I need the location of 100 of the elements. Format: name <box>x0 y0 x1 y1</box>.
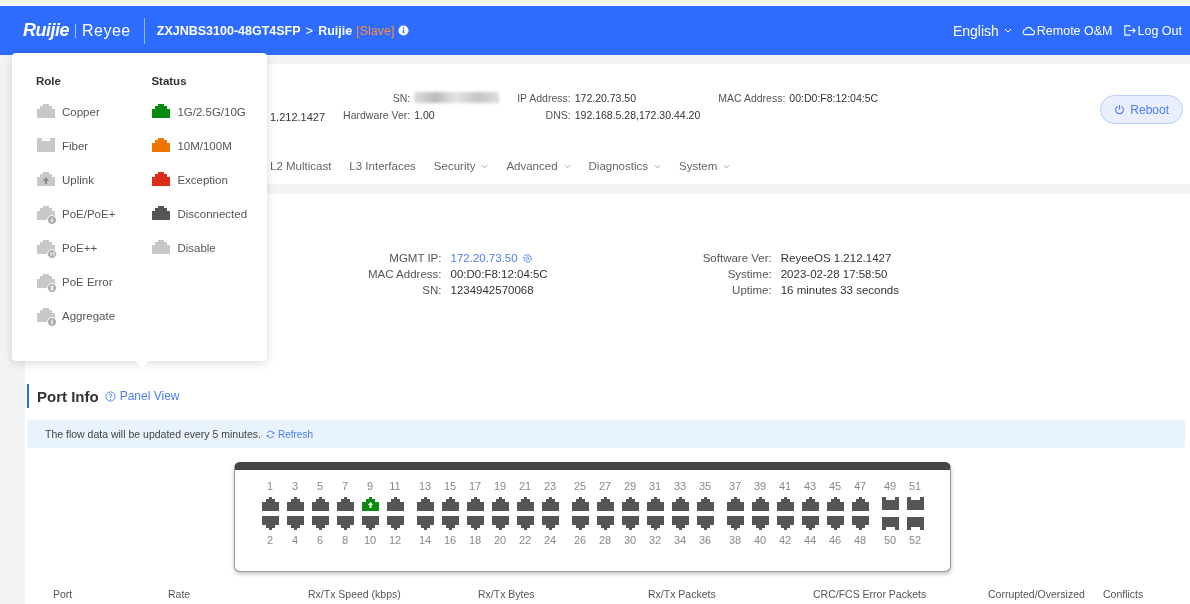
refresh-link[interactable]: Refresh <box>265 428 313 440</box>
nav-tab[interactable]: Security <box>433 160 489 172</box>
ethernet-port-icon[interactable] <box>645 515 665 531</box>
port-number: 22 <box>518 534 532 547</box>
ethernet-port-icon[interactable] <box>490 515 510 531</box>
ethernet-port-icon[interactable] <box>515 515 535 531</box>
aggregate-port-icon <box>36 305 58 327</box>
ethernet-port-icon[interactable] <box>335 496 355 512</box>
ethernet-port-icon[interactable] <box>360 515 380 531</box>
port-number: 35 <box>698 480 712 493</box>
info-label: Hardware Ver: <box>343 109 411 121</box>
ethernet-port-icon[interactable] <box>750 515 770 531</box>
ethernet-port-icon[interactable] <box>415 496 435 512</box>
info-label: Systime: <box>726 268 772 280</box>
ethernet-port-icon[interactable] <box>775 496 795 512</box>
ethernet-port-icon[interactable] <box>515 496 535 512</box>
ethernet-port-icon[interactable] <box>750 496 770 512</box>
port-number: 31 <box>648 480 662 493</box>
port-number: 8 <box>341 534 349 547</box>
port-number: 12 <box>388 534 402 547</box>
port-number: 39 <box>753 480 767 493</box>
ethernet-port-icon[interactable] <box>360 496 380 512</box>
port-number: 42 <box>778 534 792 547</box>
port-number: 28 <box>598 534 612 547</box>
port-number: 30 <box>623 534 637 547</box>
power-icon[interactable] <box>1114 104 1126 115</box>
info-value: ReyeeOS 1.212.1427 <box>780 252 893 264</box>
ethernet-port-icon[interactable] <box>800 496 820 512</box>
nav-tab[interactable]: Advanced <box>506 160 571 172</box>
ethernet-port-icon[interactable] <box>415 515 435 531</box>
port-number: 13 <box>418 480 432 493</box>
port-number: 36 <box>698 534 712 547</box>
ethernet-port-icon[interactable] <box>620 496 640 512</box>
panel-view-link[interactable]: Panel View <box>104 389 180 403</box>
fiber-port-icon[interactable] <box>880 496 900 512</box>
ethernet-port-icon[interactable] <box>725 496 745 512</box>
ethernet-port-icon[interactable] <box>260 515 280 531</box>
ethernet-port-icon[interactable] <box>465 515 485 531</box>
port-number: 2 <box>266 534 274 547</box>
ethernet-port-icon[interactable] <box>490 496 510 512</box>
ethernet-port-icon[interactable] <box>465 496 485 512</box>
ethernet-port-icon[interactable] <box>825 515 845 531</box>
ethernet-port-icon[interactable] <box>800 515 820 531</box>
nav-tab[interactable]: L3 Interfaces <box>349 160 416 172</box>
poe-port-icon <box>36 203 58 225</box>
fiber-port-icon[interactable] <box>905 496 925 512</box>
ethernet-port-icon[interactable] <box>850 515 870 531</box>
ethernet-port-icon[interactable] <box>620 515 640 531</box>
info-label: SN: <box>421 284 442 296</box>
ethernet-port-icon[interactable] <box>775 515 795 531</box>
ethernet-port-icon[interactable] <box>335 515 355 531</box>
ethernet-port-icon[interactable] <box>310 496 330 512</box>
logout-link[interactable]: Log Out <box>1122 23 1182 38</box>
language-dropdown[interactable]: English <box>952 22 1012 39</box>
reboot-button[interactable]: Reboot <box>1100 95 1183 124</box>
ip-link[interactable]: 172.20.73.50 <box>450 252 548 264</box>
nav-tab[interactable]: L2 Multicast <box>270 160 332 172</box>
ethernet-port-icon[interactable] <box>385 496 405 512</box>
remote-om-link[interactable]: Remote O&M <box>1021 23 1113 38</box>
cloud-icon[interactable] <box>1021 24 1035 37</box>
fiber-port-icon[interactable] <box>905 515 925 531</box>
port-number: 41 <box>778 480 792 493</box>
ethernet-port-icon[interactable] <box>570 496 590 512</box>
ethernet-port-icon[interactable] <box>725 515 745 531</box>
ethernet-port-icon[interactable] <box>645 496 665 512</box>
info-icon[interactable] <box>398 25 410 36</box>
ethernet-port-icon[interactable] <box>260 496 280 512</box>
ethernet-port-icon[interactable] <box>670 496 690 512</box>
ethernet-port-icon[interactable] <box>440 496 460 512</box>
legend-label: Disable <box>177 242 216 254</box>
logout-icon[interactable] <box>1122 24 1136 37</box>
info-value: 192.168.5.28,172.30.44.20 <box>574 109 701 121</box>
port-number: 51 <box>908 480 922 493</box>
nav-tab[interactable]: Diagnostics <box>588 160 661 172</box>
ethernet-port-icon[interactable] <box>850 496 870 512</box>
ethernet-port-icon[interactable] <box>540 496 560 512</box>
ethernet-port-icon[interactable] <box>595 515 615 531</box>
ethernet-port-icon[interactable] <box>310 515 330 531</box>
gear-icon[interactable] <box>521 252 533 264</box>
ethernet-port-icon[interactable] <box>440 515 460 531</box>
port-number: 15 <box>443 480 457 493</box>
ethernet-port-icon[interactable] <box>825 496 845 512</box>
poeerror-port-icon <box>36 271 58 293</box>
ethernet-port-icon[interactable] <box>695 496 715 512</box>
ethernet-port-icon[interactable] <box>540 515 560 531</box>
nav-tab[interactable]: System <box>679 160 731 172</box>
ethernet-port-icon[interactable] <box>595 496 615 512</box>
ethernet-port-icon[interactable] <box>385 515 405 531</box>
fiber-port-icon[interactable] <box>880 515 900 531</box>
ethernet-port-icon[interactable] <box>285 496 305 512</box>
port-number: 48 <box>853 534 867 547</box>
legend-label: PoE++ <box>62 242 98 254</box>
ethernet-port-icon[interactable] <box>695 515 715 531</box>
legend-title: Status <box>151 75 188 87</box>
ethernet-port-icon[interactable] <box>285 515 305 531</box>
ethernet-port-icon[interactable] <box>670 515 690 531</box>
ethernet-port-icon[interactable] <box>570 515 590 531</box>
hostname: Ruijie <box>318 23 353 38</box>
port-number: 43 <box>803 480 817 493</box>
port-number: 10 <box>363 534 377 547</box>
